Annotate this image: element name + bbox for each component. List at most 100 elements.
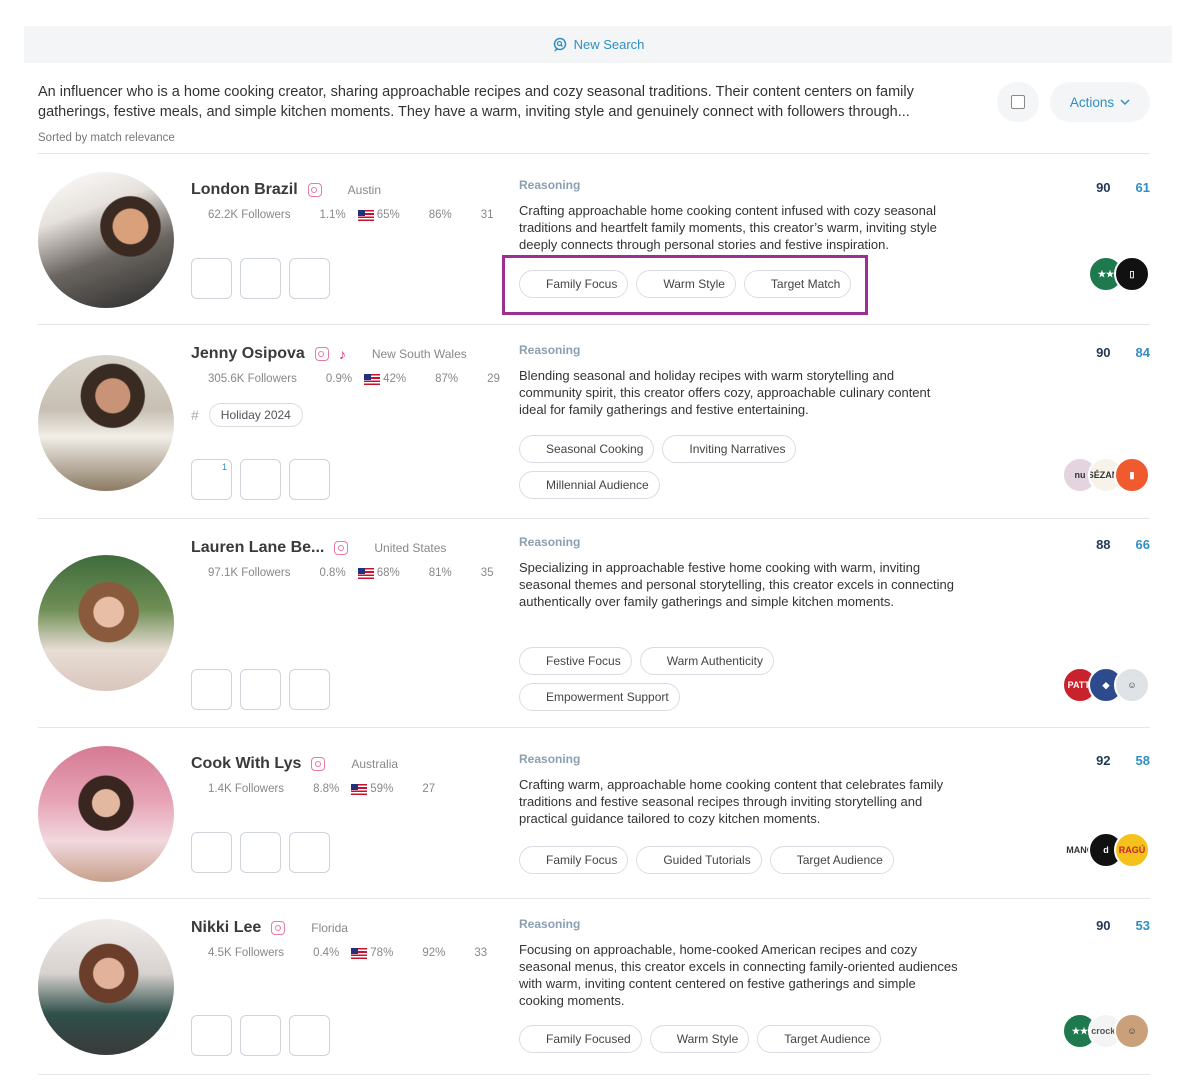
- creator-actions: 1: [191, 459, 330, 500]
- actions-button[interactable]: Actions: [1050, 82, 1150, 122]
- followers-stat: 305.6K Followers: [191, 373, 297, 385]
- match-chip[interactable]: Warm Style: [649, 1025, 750, 1053]
- followers-count: 62.2K Followers: [208, 209, 291, 221]
- creator-stats: 1.4K Followers 8.8% 59% 27: [191, 783, 435, 795]
- us-flag-icon: [351, 947, 368, 959]
- match-chip[interactable]: Festive Focus: [519, 647, 632, 675]
- creator-location: Austin: [332, 183, 381, 197]
- creator-stats: 4.5K Followers 0.4% 78% 92% 33: [191, 947, 487, 959]
- engagement-icon: [309, 374, 323, 385]
- hashtag-icon: [203, 1027, 221, 1045]
- age-stat: 29: [470, 373, 500, 385]
- hashtag-button[interactable]: [191, 832, 232, 873]
- female-audience-percent: 92%: [422, 947, 446, 959]
- female-audience-percent: 87%: [435, 373, 459, 385]
- match-chip[interactable]: Inviting Narratives: [662, 435, 797, 463]
- match-chip[interactable]: Guided Tutorials: [636, 846, 762, 874]
- instagram-icon[interactable]: [311, 757, 326, 771]
- match-chip[interactable]: Millennial Audience: [519, 471, 660, 499]
- match-chip[interactable]: Family Focus: [519, 846, 629, 874]
- new-search-button[interactable]: New Search: [24, 26, 1172, 63]
- creator-name[interactable]: Nikki Lee: [191, 919, 261, 937]
- creator-header: Nikki Lee Florida: [191, 919, 348, 937]
- creator-location: United States: [358, 541, 446, 555]
- followers-icon: [191, 568, 205, 579]
- match-chip[interactable]: Family Focus: [519, 270, 629, 298]
- followers-stat: 97.1K Followers: [191, 567, 290, 579]
- us-flag-icon: [357, 567, 374, 579]
- match-chip[interactable]: Target Match: [743, 270, 852, 298]
- check-icon: [661, 1035, 671, 1043]
- send-message-button[interactable]: [240, 1015, 281, 1056]
- hashtag-button[interactable]: [191, 258, 232, 299]
- score-primary: 90: [1081, 180, 1110, 195]
- brand-logo[interactable]: ▯: [1114, 256, 1150, 292]
- select-all-checkbox[interactable]: [997, 82, 1039, 122]
- send-icon: [252, 270, 270, 288]
- average-age: 31: [480, 209, 494, 221]
- hashtag-button[interactable]: 1: [191, 459, 232, 500]
- match-chip[interactable]: Target Audience: [769, 846, 894, 874]
- reasoning-label: Reasoning: [519, 752, 581, 766]
- us-audience-percent: 42%: [383, 373, 407, 385]
- send-message-button[interactable]: [240, 459, 281, 500]
- search-chat-icon: [553, 37, 566, 52]
- match-scores: 90 84: [1081, 345, 1150, 360]
- tag-button[interactable]: [289, 459, 330, 500]
- creator-name[interactable]: Jenny Osipova: [191, 345, 305, 363]
- match-chip[interactable]: Family Focused: [519, 1025, 642, 1053]
- brand-logo[interactable]: ☺: [1114, 667, 1150, 703]
- creator-avatar[interactable]: [38, 919, 174, 1055]
- brand-logo[interactable]: ▮: [1114, 457, 1150, 493]
- hashtag-pill[interactable]: Holiday 2024: [208, 403, 303, 427]
- match-chip[interactable]: Warm Style: [636, 270, 736, 298]
- creator-avatar[interactable]: [38, 355, 174, 491]
- match-chips: Family Focused Warm Style Target Audience: [519, 1025, 919, 1053]
- creator-avatar[interactable]: [38, 746, 174, 882]
- creator-header: London Brazil Austin: [191, 181, 381, 199]
- check-icon: [530, 445, 540, 453]
- new-search-label: New Search: [573, 37, 645, 52]
- hashtag-button[interactable]: [191, 1015, 232, 1056]
- chevron-down-icon: [1120, 99, 1130, 106]
- tag-button[interactable]: [289, 258, 330, 299]
- score-primary: 88: [1081, 537, 1110, 552]
- tag-button[interactable]: [289, 832, 330, 873]
- average-age: 29: [487, 373, 500, 385]
- engagement-icon: [302, 210, 316, 221]
- hashtag-icon: [203, 471, 221, 489]
- brand-logo[interactable]: RAGÚ: [1114, 832, 1150, 868]
- creator-name[interactable]: London Brazil: [191, 181, 298, 199]
- average-age: 27: [422, 783, 436, 795]
- match-chip[interactable]: Seasonal Cooking: [519, 435, 655, 463]
- match-chip[interactable]: Target Audience: [757, 1025, 882, 1053]
- match-chip[interactable]: Warm Authenticity: [639, 647, 774, 675]
- instagram-icon[interactable]: [334, 541, 349, 555]
- age-stat: 33: [457, 947, 487, 959]
- heart-blue-icon: [1121, 347, 1133, 358]
- hashtag-button[interactable]: [191, 669, 232, 710]
- age-stat: 35: [464, 567, 494, 579]
- check-icon: [530, 1035, 540, 1043]
- instagram-icon[interactable]: [314, 347, 329, 361]
- brand-logo[interactable]: ☺: [1114, 1013, 1150, 1049]
- send-message-button[interactable]: [240, 832, 281, 873]
- instagram-icon[interactable]: [271, 921, 286, 935]
- send-message-button[interactable]: [240, 669, 281, 710]
- followers-icon: [191, 948, 205, 959]
- creator-avatar[interactable]: [38, 555, 174, 691]
- heart-blue-icon: [1121, 755, 1133, 766]
- tiktok-icon[interactable]: ♪: [339, 347, 346, 361]
- creator-name[interactable]: Cook With Lys: [191, 755, 301, 773]
- match-chip[interactable]: Empowerment Support: [519, 683, 680, 711]
- tag-button[interactable]: [289, 669, 330, 710]
- hashtag-icon: #: [191, 407, 199, 423]
- match-chip-label: Target Audience: [796, 853, 883, 867]
- search-query-text: An influencer who is a home cooking crea…: [38, 84, 914, 120]
- creator-name[interactable]: Lauren Lane Be...: [191, 539, 324, 557]
- instagram-icon[interactable]: [307, 183, 322, 197]
- send-message-button[interactable]: [240, 258, 281, 299]
- creator-card: London Brazil Austin 62.2K Followers 1.1% 65…: [0, 154, 1180, 324]
- tag-button[interactable]: [289, 1015, 330, 1056]
- creator-avatar[interactable]: [38, 172, 174, 308]
